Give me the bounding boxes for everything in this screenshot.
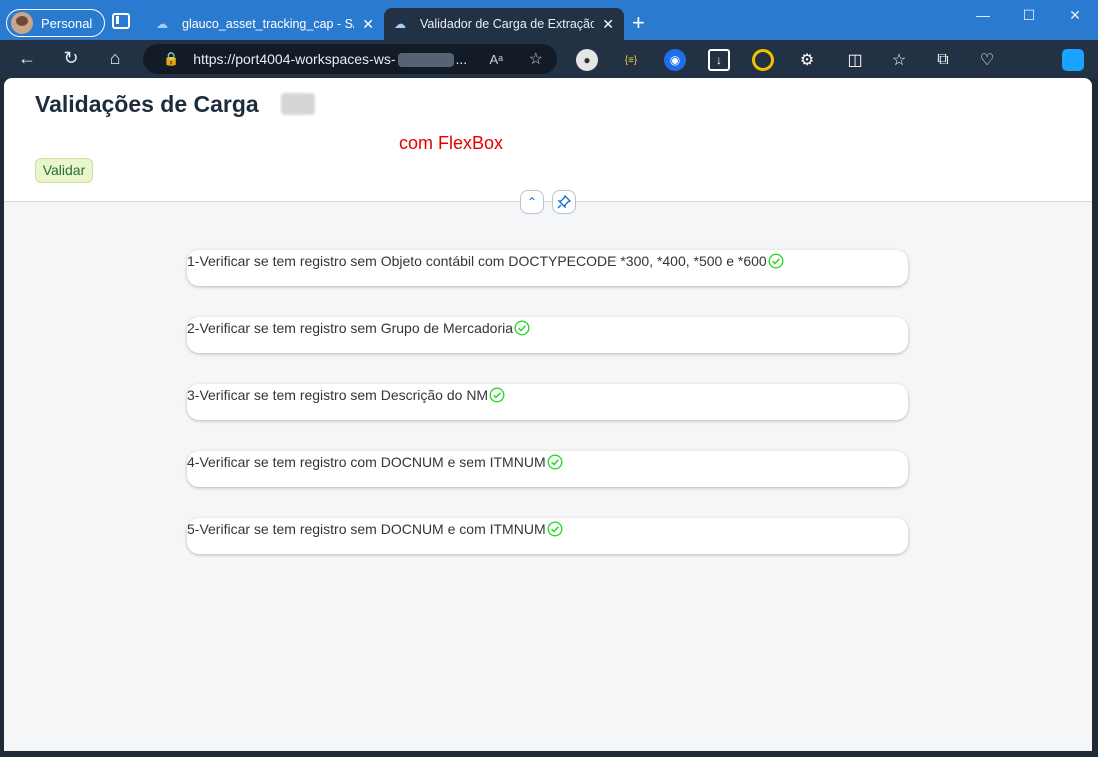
favorite-star-icon[interactable]: ☆	[529, 49, 543, 69]
collections-icon[interactable]: ⧉	[932, 49, 954, 71]
split-screen-icon[interactable]: ◫	[844, 49, 866, 71]
address-bar[interactable]: 🔒 https://port4004-workspaces-ws-... Aᵃ …	[143, 44, 557, 74]
extension-download-icon[interactable]: ↓	[708, 49, 730, 71]
redacted-segment	[397, 53, 454, 68]
check-circle-icon	[514, 320, 530, 336]
collapse-header-button[interactable]: ⌃	[520, 190, 544, 214]
profile-label: Personal	[41, 15, 93, 31]
lock-icon: 🔒	[163, 51, 180, 66]
cloud-icon: ☁	[156, 17, 168, 31]
validate-button[interactable]: Validar	[35, 158, 93, 183]
validation-text: 1-Verificar se tem registro sem Objeto c…	[187, 253, 784, 269]
extension-json-icon[interactable]: {≡}	[620, 49, 642, 71]
pin-header-button[interactable]	[552, 190, 576, 214]
extension-avatar-icon[interactable]: ●	[576, 49, 598, 71]
validation-text: 2-Verificar se tem registro sem Grupo de…	[187, 320, 530, 336]
close-window-button[interactable]: ✕	[1052, 0, 1098, 32]
pin-icon	[557, 195, 571, 209]
extension-firefox-icon[interactable]: ◉	[664, 49, 686, 71]
validation-text: 4-Verificar se tem registro com DOCNUM e…	[187, 454, 563, 470]
maximize-button[interactable]: ☐	[1006, 0, 1052, 32]
check-circle-icon	[547, 454, 563, 470]
close-icon[interactable]: ✕	[362, 16, 374, 33]
extension-ring-icon[interactable]	[752, 49, 774, 71]
tab-actions-icon[interactable]	[112, 13, 130, 29]
list-item: 4-Verificar se tem registro com DOCNUM e…	[187, 451, 908, 487]
cloud-icon: ☁	[394, 17, 406, 31]
page-title: Validações de Carga	[35, 91, 259, 117]
list-item: 3-Verificar se tem registro sem Descriçã…	[187, 384, 908, 420]
tab-validador-carga[interactable]: ☁ Validador de Carga de Extração de ✕	[384, 8, 624, 40]
browser-titlebar: Personal ☁ glauco_asset_tracking_cap - S…	[0, 0, 1098, 40]
tab-label: Validador de Carga de Extração de	[420, 17, 595, 31]
dynamic-page-header: Validações de Carga com FlexBox Validar	[4, 78, 1092, 202]
validation-text: 3-Verificar se tem registro sem Descriçã…	[187, 387, 505, 403]
app-page: Validações de Carga com FlexBox Validar …	[4, 78, 1092, 751]
profile-button[interactable]: Personal	[6, 9, 106, 37]
tab-glauco-asset-tracking[interactable]: ☁ glauco_asset_tracking_cap - SAP ✕	[146, 8, 384, 40]
minimize-button[interactable]: —	[960, 0, 1006, 32]
favorites-icon[interactable]: ☆	[888, 49, 910, 71]
browser-essentials-icon[interactable]: ♡	[976, 49, 998, 71]
home-icon[interactable]: ⌂	[104, 48, 126, 68]
list-item: 5-Verificar se tem registro sem DOCNUM e…	[187, 518, 908, 554]
back-arrow-icon[interactable]: ←	[16, 48, 38, 68]
list-item: 2-Verificar se tem registro sem Grupo de…	[187, 317, 908, 353]
validation-text: 5-Verificar se tem registro sem DOCNUM e…	[187, 521, 563, 537]
url-text: https://port4004-workspaces-ws-...	[193, 50, 468, 68]
tab-label: glauco_asset_tracking_cap - SAP	[182, 17, 355, 31]
validation-list: 1-Verificar se tem registro sem Objeto c…	[187, 250, 908, 585]
flexbox-label: com FlexBox	[399, 133, 504, 153]
list-item: 1-Verificar se tem registro sem Objeto c…	[187, 250, 908, 286]
chevron-up-icon: ⌃	[526, 195, 538, 209]
extensions-puzzle-icon[interactable]: ⚙	[796, 49, 818, 71]
read-aloud-icon[interactable]: Aᵃ	[489, 52, 503, 67]
check-circle-icon	[489, 387, 505, 403]
close-icon[interactable]: ✕	[602, 16, 614, 33]
new-tab-button[interactable]: +	[632, 10, 645, 36]
refresh-icon[interactable]: ↻	[60, 48, 82, 68]
check-circle-icon	[547, 521, 563, 537]
check-circle-icon	[768, 253, 784, 269]
avatar	[11, 12, 33, 34]
redacted-title-part	[281, 93, 315, 115]
copilot-icon[interactable]	[1062, 49, 1084, 71]
window-controls: — ☐ ✕	[960, 0, 1098, 32]
